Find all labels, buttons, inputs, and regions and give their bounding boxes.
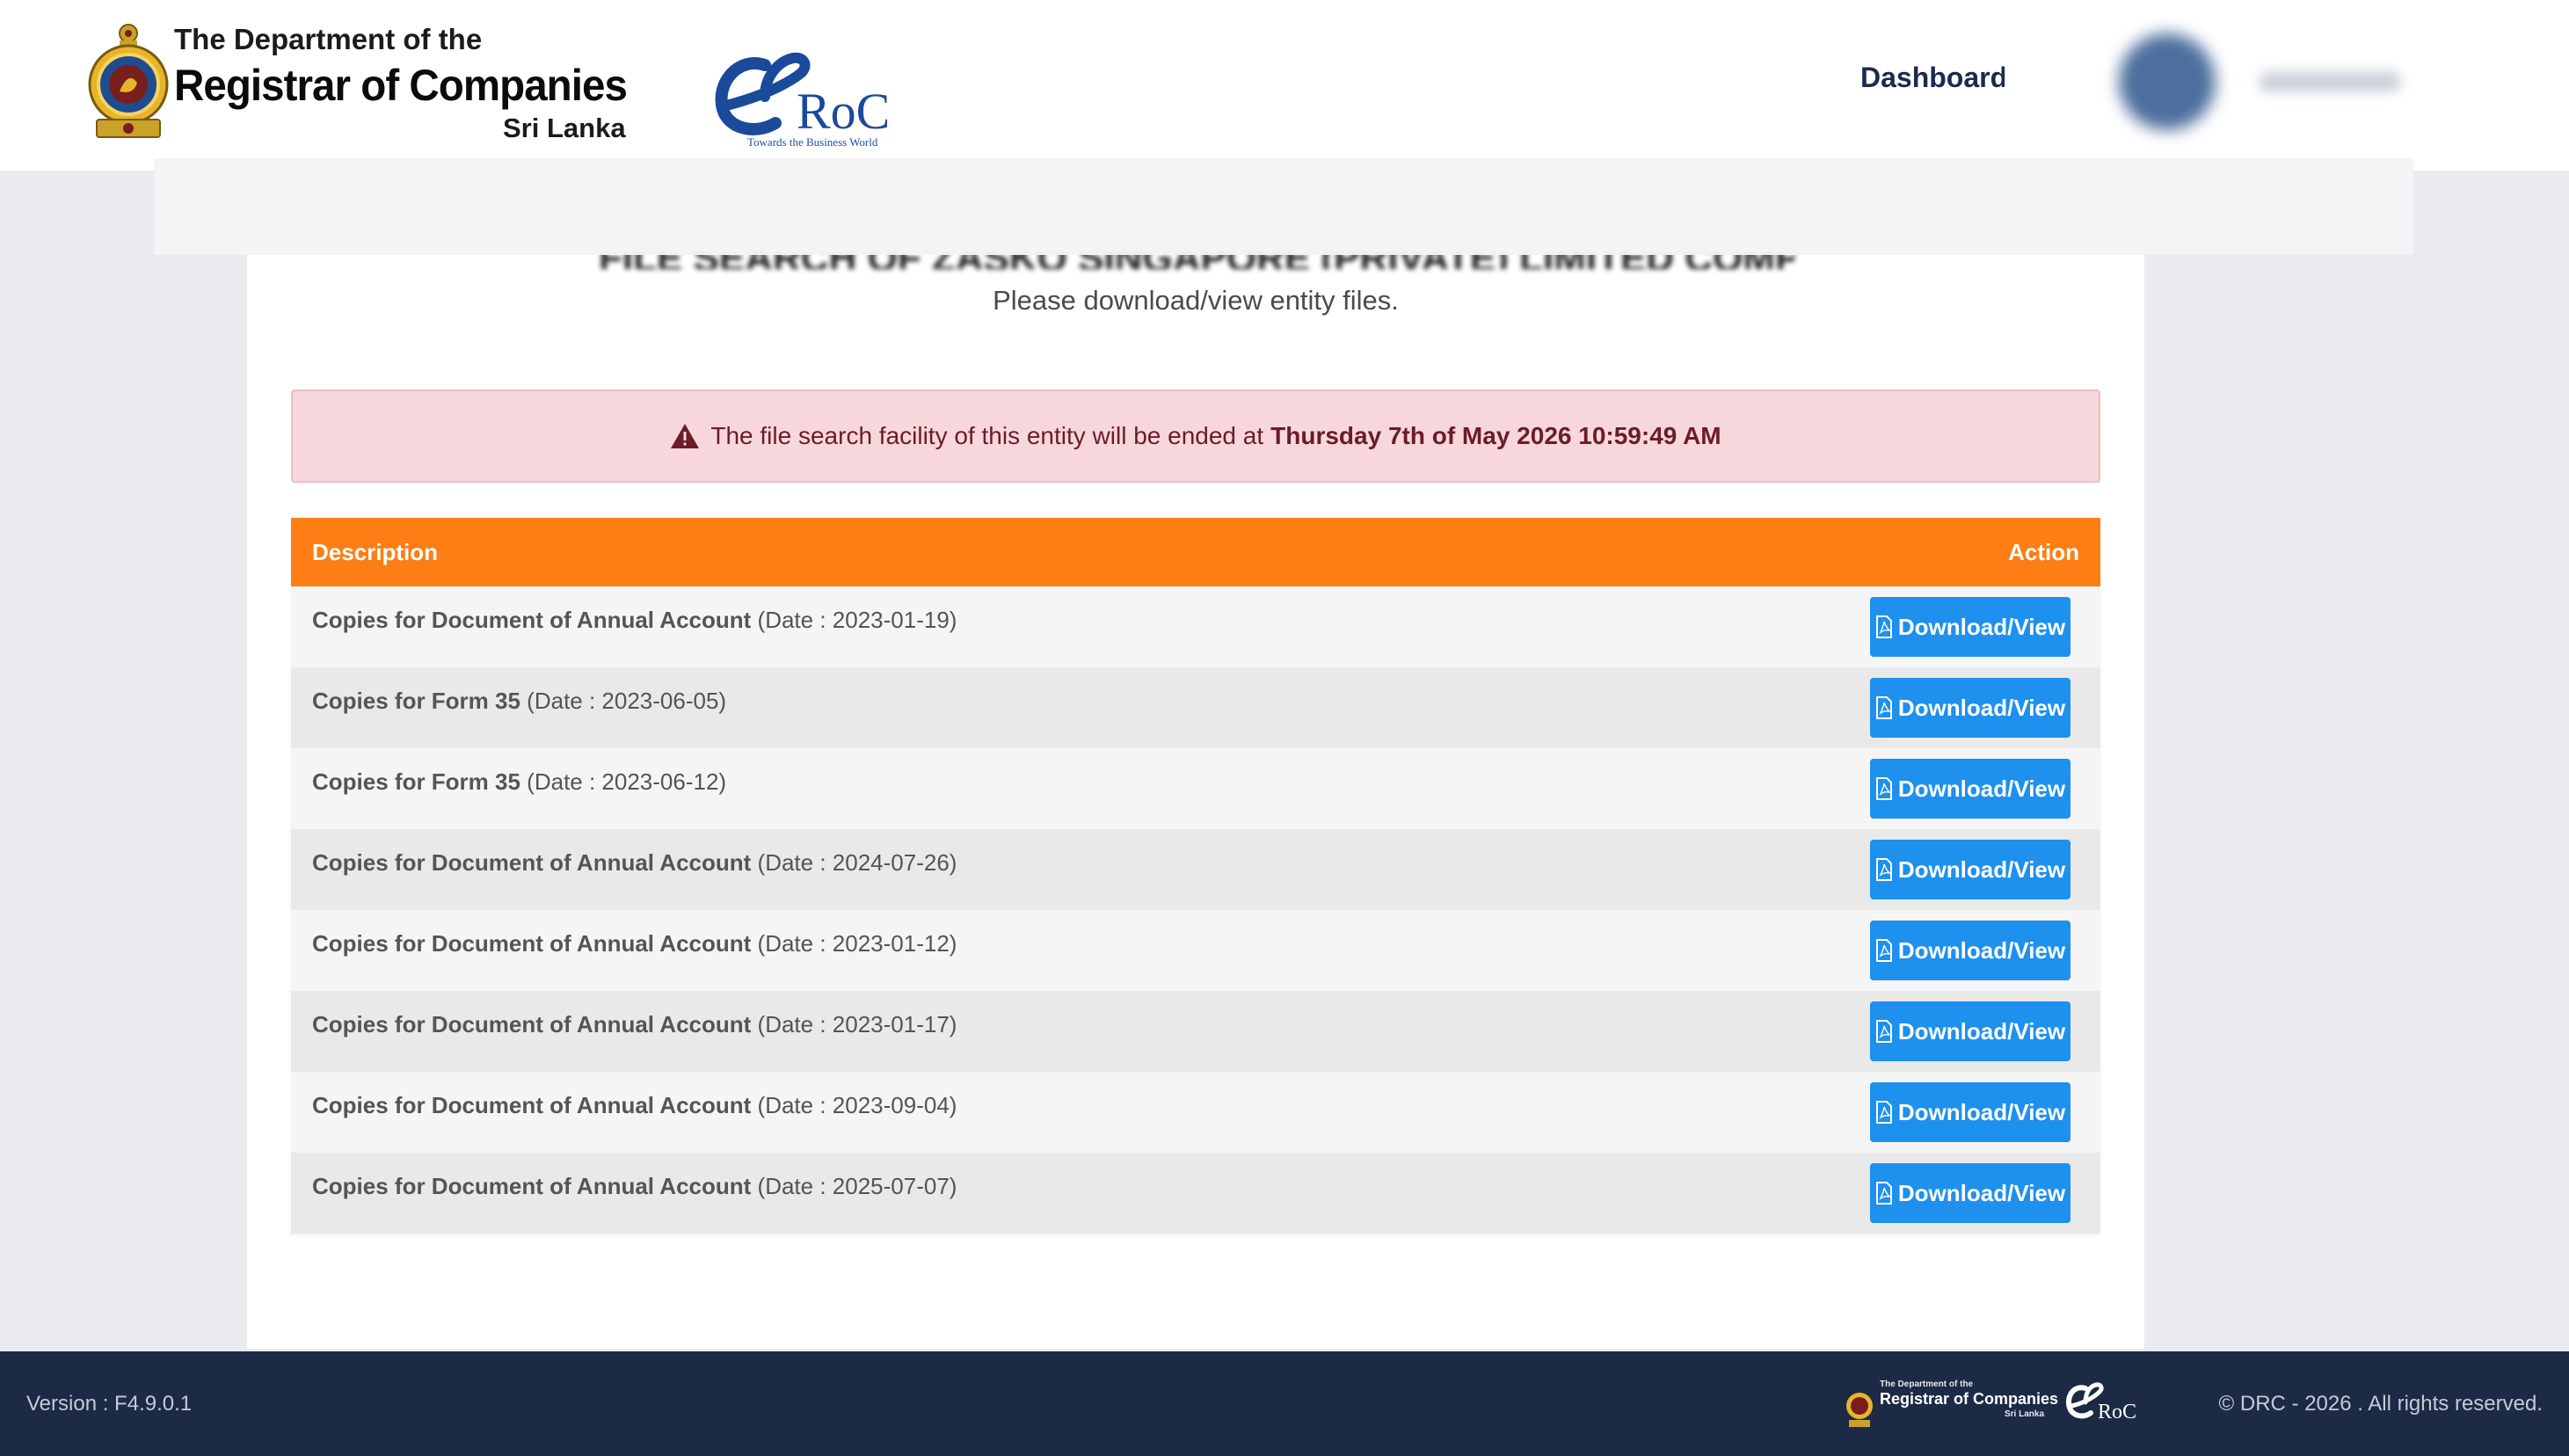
footer-version: Version : F4.9.0.1	[26, 1392, 193, 1416]
table-body: Copies for Document of Annual Account (D…	[291, 586, 2100, 1234]
footer-copyright: © DRC - 2026 . All rights reserved.	[2218, 1392, 2543, 1416]
pdf-file-icon	[1875, 1020, 1892, 1043]
table-row: Copies for Form 35 (Date : 2023-06-05) D…	[291, 667, 2100, 748]
sri-lanka-emblem-icon	[88, 24, 169, 138]
avatar[interactable]	[2119, 33, 2216, 130]
row-title: Copies for Document of Annual Account	[312, 1091, 752, 1118]
column-header-description: Description	[312, 538, 439, 565]
table-row: Copies for Document of Annual Account (D…	[291, 991, 2100, 1072]
top-navbar: The Department of the Registrar of Compa…	[0, 0, 2569, 171]
download-view-label: Download/View	[1897, 855, 2066, 883]
row-date: (Date : 2023-06-05)	[527, 687, 727, 714]
download-view-label: Download/View	[1897, 936, 2066, 964]
files-table: Description Action Copies for Document o…	[291, 518, 2100, 1234]
column-header-action: Action	[2008, 538, 2079, 565]
row-title: Copies for Document of Annual Account	[312, 929, 752, 957]
download-view-label: Download/View	[1897, 694, 2066, 721]
pdf-file-icon	[1875, 777, 1892, 800]
brand-logo[interactable]: The Department of the Registrar of Compa…	[86, 21, 890, 149]
pdf-file-icon	[1875, 696, 1892, 719]
row-date: (Date : 2023-09-04)	[757, 1091, 957, 1118]
row-description: Copies for Document of Annual Account (D…	[312, 1011, 957, 1038]
row-description: Copies for Document of Annual Account (D…	[312, 849, 957, 877]
org-line-3: Sri Lanka	[503, 113, 626, 143]
file-search-card: FILE SEARCH OF ZASKO SINGAPORE (PRIVATE)…	[247, 216, 2144, 1349]
row-title: Copies for Document of Annual Account	[312, 606, 752, 633]
row-title: Copies for Form 35	[312, 768, 520, 795]
org-line-1: The Department of the	[174, 23, 483, 55]
page-subtitle: Please download/view entity files.	[993, 285, 1399, 316]
org-line-2: Registrar of Companies	[174, 61, 628, 110]
table-row: Copies for Document of Annual Account (D…	[291, 1153, 2100, 1234]
download-view-button[interactable]: Download/View	[1870, 759, 2070, 819]
row-title: Copies for Document of Annual Account	[312, 1010, 752, 1037]
download-view-button[interactable]: Download/View	[1870, 840, 2070, 899]
footer-logo-line-1: The Department of the	[1880, 1380, 1974, 1389]
row-date: (Date : 2024-07-26)	[757, 848, 957, 876]
svg-text:RoC: RoC	[2098, 1401, 2136, 1423]
download-view-label: Download/View	[1897, 613, 2066, 640]
table-row: Copies for Document of Annual Account (D…	[291, 829, 2100, 910]
download-view-label: Download/View	[1897, 1098, 2066, 1125]
user-menu[interactable]	[2005, 23, 2514, 137]
row-date: (Date : 2023-01-12)	[757, 929, 957, 957]
pdf-file-icon	[1875, 939, 1892, 962]
footer-logo-line-3: Sri Lanka	[2005, 1409, 2045, 1419]
row-description: Copies for Document of Annual Account (D…	[312, 930, 957, 957]
row-description: Copies for Document of Annual Account (D…	[312, 1173, 957, 1200]
pdf-file-icon	[1875, 858, 1892, 881]
redaction-overlay	[154, 158, 2413, 255]
warning-triangle-icon	[671, 424, 700, 448]
row-description: Copies for Document of Annual Account (D…	[312, 1092, 957, 1119]
expiry-alert: The file search facility of this entity …	[291, 389, 2100, 483]
footer-logo-line-2: Registrar of Companies	[1880, 1390, 2059, 1408]
footer: Version : F4.9.0.1 The Department of the…	[0, 1351, 2569, 1456]
row-description: Copies for Form 35 (Date : 2023-06-05)	[312, 688, 726, 715]
download-view-button[interactable]: Download/View	[1870, 597, 2070, 657]
table-row: Copies for Document of Annual Account (D…	[291, 1072, 2100, 1153]
pdf-file-icon	[1875, 1101, 1892, 1124]
footer-emblem-icon	[1846, 1393, 1873, 1427]
download-view-button[interactable]: Download/View	[1870, 921, 2070, 980]
row-title: Copies for Document of Annual Account	[312, 848, 752, 876]
row-description: Copies for Document of Annual Account (D…	[312, 607, 957, 634]
alert-date: Thursday 7th of May 2026 10:59:49 AM	[1270, 422, 1721, 449]
download-view-label: Download/View	[1897, 775, 2066, 802]
row-title: Copies for Document of Annual Account	[312, 1172, 752, 1199]
alert-text: The file search facility of this entity …	[710, 422, 1264, 449]
svg-text:RoC: RoC	[797, 83, 890, 140]
download-view-button[interactable]: Download/View	[1870, 1163, 2070, 1223]
row-date: (Date : 2025-07-07)	[757, 1172, 957, 1199]
table-row: Copies for Document of Annual Account (D…	[291, 910, 2100, 991]
row-date: (Date : 2023-06-12)	[527, 768, 727, 795]
footer-logo: The Department of the Registrar of Compa…	[1845, 1380, 2136, 1432]
row-date: (Date : 2023-01-17)	[757, 1010, 957, 1037]
row-title: Copies for Form 35	[312, 687, 520, 714]
table-row: Copies for Form 35 (Date : 2023-06-12) D…	[291, 748, 2100, 829]
row-date: (Date : 2023-01-19)	[757, 606, 957, 633]
footer-eroc-logo-icon: RoC	[2066, 1382, 2136, 1423]
pdf-file-icon	[1875, 1182, 1892, 1205]
row-description: Copies for Form 35 (Date : 2023-06-12)	[312, 768, 726, 796]
user-name-redacted	[2260, 72, 2400, 91]
nav-dashboard-link[interactable]: Dashboard	[1860, 62, 2007, 94]
table-row: Copies for Document of Annual Account (D…	[291, 586, 2100, 667]
table-header: Description Action	[291, 518, 2100, 586]
download-view-button[interactable]: Download/View	[1870, 678, 2070, 738]
download-view-button[interactable]: Download/View	[1870, 1082, 2070, 1142]
download-view-button[interactable]: Download/View	[1870, 1001, 2070, 1061]
download-view-label: Download/View	[1897, 1179, 2066, 1206]
download-view-label: Download/View	[1897, 1017, 2066, 1045]
pdf-file-icon	[1875, 615, 1892, 638]
eroc-tagline: Towards the Business World	[747, 135, 878, 149]
